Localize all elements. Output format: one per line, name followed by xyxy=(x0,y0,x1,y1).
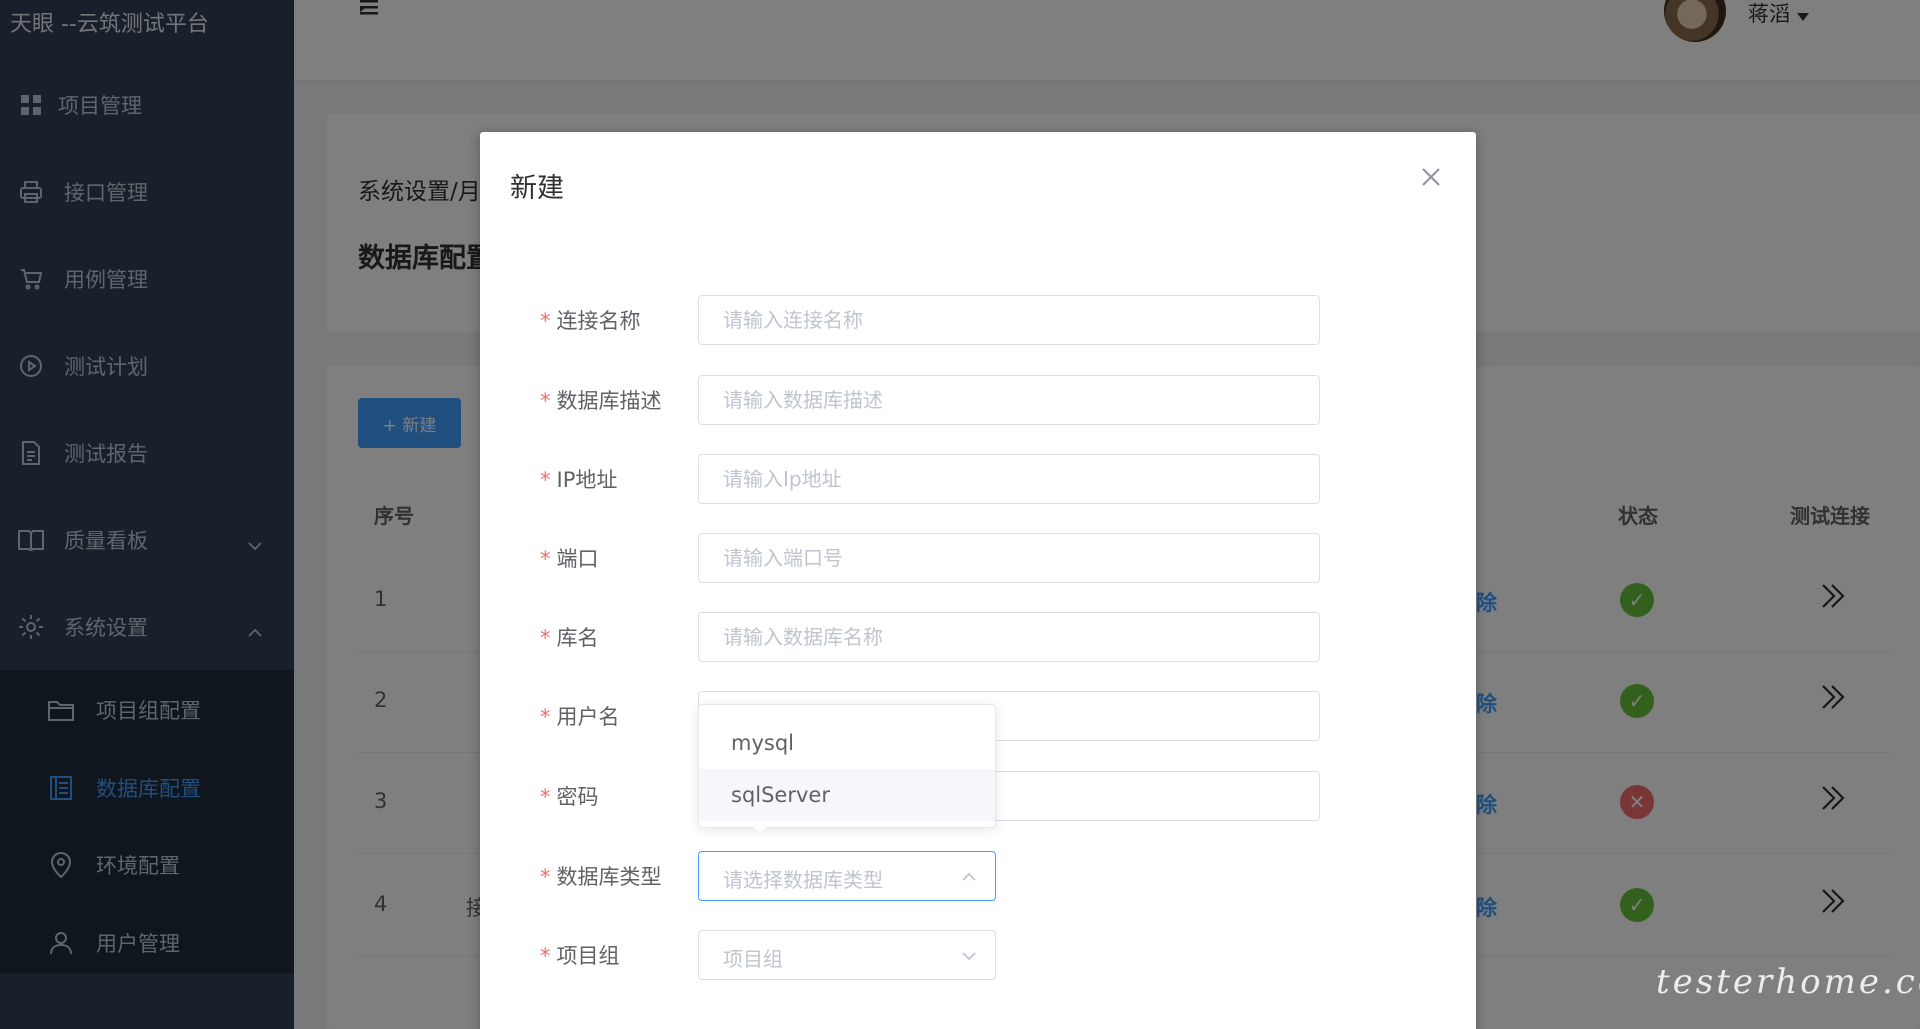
form-item-db-name: * 库名 xyxy=(480,612,1476,662)
form-item-port: * 端口 xyxy=(480,533,1476,583)
required-mark: * xyxy=(540,547,551,571)
database-type-dropdown: mysql sqlServer xyxy=(698,704,996,828)
project-group-select[interactable]: 项目组 xyxy=(698,930,996,980)
field-label: 端口 xyxy=(556,547,599,571)
database-name-input[interactable] xyxy=(698,612,1320,662)
field-label: IP地址 xyxy=(556,468,618,492)
connection-name-input[interactable] xyxy=(698,295,1320,345)
watermark: testerhome.com xyxy=(1656,962,1920,1002)
select-placeholder: 项目组 xyxy=(723,947,783,971)
form-item-db-type: * 数据库类型 请选择数据库类型 xyxy=(480,851,1476,901)
database-description-input[interactable] xyxy=(698,375,1320,425)
dropdown-arrow xyxy=(750,823,770,833)
required-mark: * xyxy=(540,309,551,333)
field-label: 用户名 xyxy=(556,705,620,729)
required-mark: * xyxy=(540,705,551,729)
field-label: 连接名称 xyxy=(556,309,641,333)
field-label: 密码 xyxy=(556,785,599,809)
port-input[interactable] xyxy=(698,533,1320,583)
field-label: 库名 xyxy=(556,626,599,650)
form-item-ip: * IP地址 xyxy=(480,454,1476,504)
dialog-title: 新建 xyxy=(510,173,564,204)
field-label: 项目组 xyxy=(556,944,620,968)
field-label: 数据库类型 xyxy=(556,865,662,889)
required-mark: * xyxy=(540,785,551,809)
required-mark: * xyxy=(540,865,551,889)
database-type-select[interactable]: 请选择数据库类型 xyxy=(698,851,996,901)
close-icon[interactable] xyxy=(1420,166,1442,188)
form-item-db-desc: * 数据库描述 xyxy=(480,375,1476,425)
required-mark: * xyxy=(540,944,551,968)
new-database-dialog: 新建 *连接名称 *数据库描述 *IP地址 *端口 *库名 *用户名 *密码 *… xyxy=(480,132,1476,1029)
required-mark: * xyxy=(540,389,551,413)
form-item-conn-name: * 连接名称 xyxy=(480,295,1476,345)
chevron-up-icon xyxy=(961,868,977,887)
form-item-project-group: * 项目组 项目组 xyxy=(480,930,1476,980)
required-mark: * xyxy=(540,626,551,650)
option-sqlserver[interactable]: sqlServer xyxy=(699,769,995,821)
field-label: 数据库描述 xyxy=(556,389,662,413)
required-mark: * xyxy=(540,468,551,492)
option-mysql[interactable]: mysql xyxy=(699,717,995,769)
select-placeholder: 请选择数据库类型 xyxy=(723,868,883,892)
chevron-down-icon xyxy=(961,947,977,966)
ip-address-input[interactable] xyxy=(698,454,1320,504)
